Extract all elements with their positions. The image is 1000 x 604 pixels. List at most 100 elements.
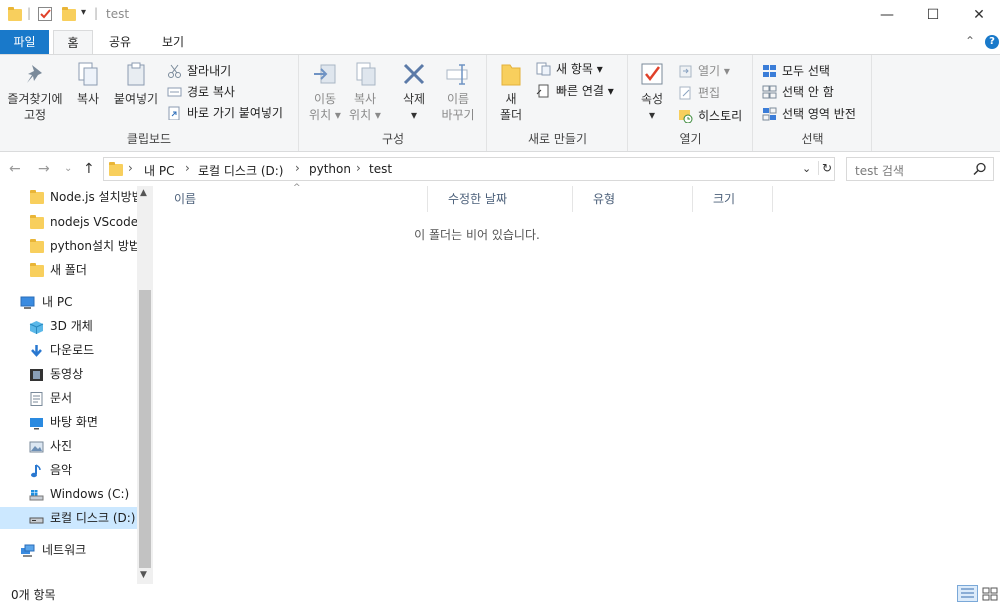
copy-path-label: 경로 복사 (187, 85, 235, 99)
breadcrumb-python[interactable]: python (309, 162, 351, 176)
empty-folder-message: 이 폴더는 비어 있습니다. (414, 228, 540, 242)
nav-item-pictures[interactable]: 사진 (29, 435, 137, 457)
tab-file[interactable]: 파일 (0, 30, 49, 54)
address-path-box[interactable]: › 내 PC › 로컬 디스크 (D:) › python › test ⌄ ↻ (103, 157, 835, 181)
large-icons-view-icon[interactable] (981, 586, 998, 601)
nav-item-label: 새 폴더 (50, 263, 87, 277)
open-button[interactable]: 열기 ▾ (678, 61, 730, 81)
nav-item-downloads[interactable]: 다운로드 (29, 339, 137, 361)
cut-button[interactable]: 잘라내기 (167, 61, 231, 81)
customize-qa-chevron-icon[interactable]: ▾ (81, 7, 86, 18)
nav-item-network[interactable]: 네트워크 (20, 539, 137, 561)
ribbon-tabs: 파일 홈 공유 보기 ⌃ ? (0, 30, 1000, 55)
history-label: 히스토리 (698, 109, 743, 123)
close-button[interactable]: ✕ (956, 0, 1000, 30)
delete-x-icon (401, 61, 427, 87)
column-header-type[interactable]: 유형 (573, 186, 693, 212)
window-title: test (106, 7, 130, 21)
edit-icon (678, 86, 693, 100)
copy-button[interactable]: 복사 (70, 61, 106, 107)
edit-button[interactable]: 편집 (678, 83, 720, 103)
nav-item-label: 내 PC (42, 295, 73, 309)
cube-3d-icon (29, 319, 44, 334)
properties-button[interactable]: 속성 ▾ (635, 61, 669, 123)
paste-button[interactable]: 붙여넣기 (108, 61, 164, 107)
delete-button[interactable]: 삭제 ▾ (396, 61, 432, 123)
nav-item-drive-c[interactable]: Windows (C:) (29, 483, 137, 505)
separator: | (94, 6, 99, 20)
new-group: 새 폴더 새 항목 ▾ 빠른 연결 ▾ 새로 만들기 (488, 55, 628, 151)
select-all-button[interactable]: 모두 선택 (762, 61, 830, 81)
recent-locations-chevron-icon[interactable]: ⌄ (64, 163, 72, 174)
column-header-size[interactable]: 크기 (693, 186, 773, 212)
address-history-chevron-icon[interactable]: ⌄ (802, 162, 811, 175)
column-header-modified[interactable]: 수정한 날짜 (428, 186, 573, 212)
column-header-name[interactable]: 이름 (154, 186, 428, 212)
nav-item-3d-objects[interactable]: 3D 개체 (29, 315, 137, 337)
nav-item-folder[interactable]: Node.js 설치방법 (30, 186, 137, 208)
paste-shortcut-button[interactable]: 바로 가기 붙여넣기 (167, 103, 283, 123)
select-none-icon (762, 85, 777, 99)
rename-button[interactable]: 이름 바꾸기 (438, 61, 478, 123)
minimize-button[interactable]: — (864, 0, 910, 30)
new-folder-icon (498, 61, 524, 87)
nav-item-music[interactable]: 음악 (29, 459, 137, 481)
nav-item-folder[interactable]: python설치 방법 (30, 235, 137, 257)
new-folder-button[interactable]: 새 폴더 (494, 61, 528, 123)
copy-path-button[interactable]: 경로 복사 (167, 82, 235, 102)
tab-home[interactable]: 홈 (53, 30, 93, 55)
scrollbar-thumb[interactable] (139, 290, 151, 568)
forward-arrow-icon[interactable]: → (38, 161, 50, 177)
select-none-button[interactable]: 선택 안 함 (762, 82, 834, 102)
breadcrumb-drive-d[interactable]: 로컬 디스크 (D:) (198, 162, 283, 179)
maximize-button[interactable]: ☐ (910, 0, 956, 30)
nav-pane-scrollbar[interactable]: ▲ ▼ (137, 186, 153, 584)
breadcrumb-test[interactable]: test (369, 162, 392, 176)
pin-label: 즐겨찾기에 고정 (7, 92, 63, 122)
organize-group-label: 구성 (381, 132, 405, 146)
computer-icon (20, 295, 35, 309)
search-input[interactable]: test 검색 (846, 157, 994, 181)
nav-item-this-pc[interactable]: 내 PC (20, 291, 137, 313)
nav-item-label: 다운로드 (50, 343, 95, 357)
new-item-button[interactable]: 새 항목 ▾ (536, 59, 603, 79)
properties-check-icon[interactable] (38, 7, 52, 21)
help-icon[interactable]: ? (985, 35, 999, 49)
scroll-down-arrow-icon[interactable]: ▼ (140, 570, 147, 580)
nav-item-label: 3D 개체 (50, 319, 93, 333)
new-folder-qa-icon[interactable] (62, 7, 76, 21)
nav-item-folder[interactable]: 새 폴더 (30, 259, 137, 281)
invert-selection-button[interactable]: 선택 영역 반전 (762, 104, 856, 124)
copy-to-button[interactable]: 복사 위치 ▾ (346, 61, 384, 123)
easy-access-icon (536, 84, 551, 98)
up-arrow-icon[interactable]: ↑ (83, 161, 95, 177)
download-arrow-icon (29, 343, 44, 357)
breadcrumb-separator: › (128, 161, 133, 175)
back-arrow-icon[interactable]: ← (9, 161, 21, 177)
history-button[interactable]: 히스토리 (678, 106, 742, 126)
breadcrumb-this-pc[interactable]: 내 PC (144, 162, 174, 179)
tab-share[interactable]: 공유 (99, 30, 141, 54)
copy-icon (75, 61, 101, 87)
nav-item-drive-d-selected[interactable]: 로컬 디스크 (D:) (0, 507, 137, 529)
edit-label: 편집 (698, 86, 721, 100)
move-to-button[interactable]: 이동 위치 ▾ (306, 61, 344, 123)
nav-item-folder[interactable]: nodejs VScode 연 (30, 211, 137, 233)
nav-item-desktop[interactable]: 바탕 화면 (29, 411, 137, 433)
pin-quick-access-button[interactable]: 즐겨찾기에 고정 (2, 61, 68, 123)
tab-view[interactable]: 보기 (152, 30, 194, 54)
easy-access-button[interactable]: 빠른 연결 ▾ (536, 81, 614, 101)
film-icon (29, 367, 44, 381)
collapse-ribbon-icon[interactable]: ⌃ (965, 34, 975, 48)
scroll-up-arrow-icon[interactable]: ▲ (140, 188, 147, 198)
nav-item-documents[interactable]: 문서 (29, 387, 137, 409)
nav-item-label: nodejs VScode 연 (50, 215, 137, 229)
open-group-label: 열기 (679, 132, 702, 146)
drive-icon (29, 511, 44, 525)
clipboard-group-label: 클립보드 (126, 132, 172, 146)
details-view-icon[interactable] (957, 585, 978, 602)
move-to-icon (312, 61, 338, 87)
nav-item-videos[interactable]: 동영상 (29, 363, 137, 385)
move-to-label: 이동 위치 ▾ (309, 92, 341, 122)
refresh-icon[interactable]: ↻ (818, 161, 832, 175)
